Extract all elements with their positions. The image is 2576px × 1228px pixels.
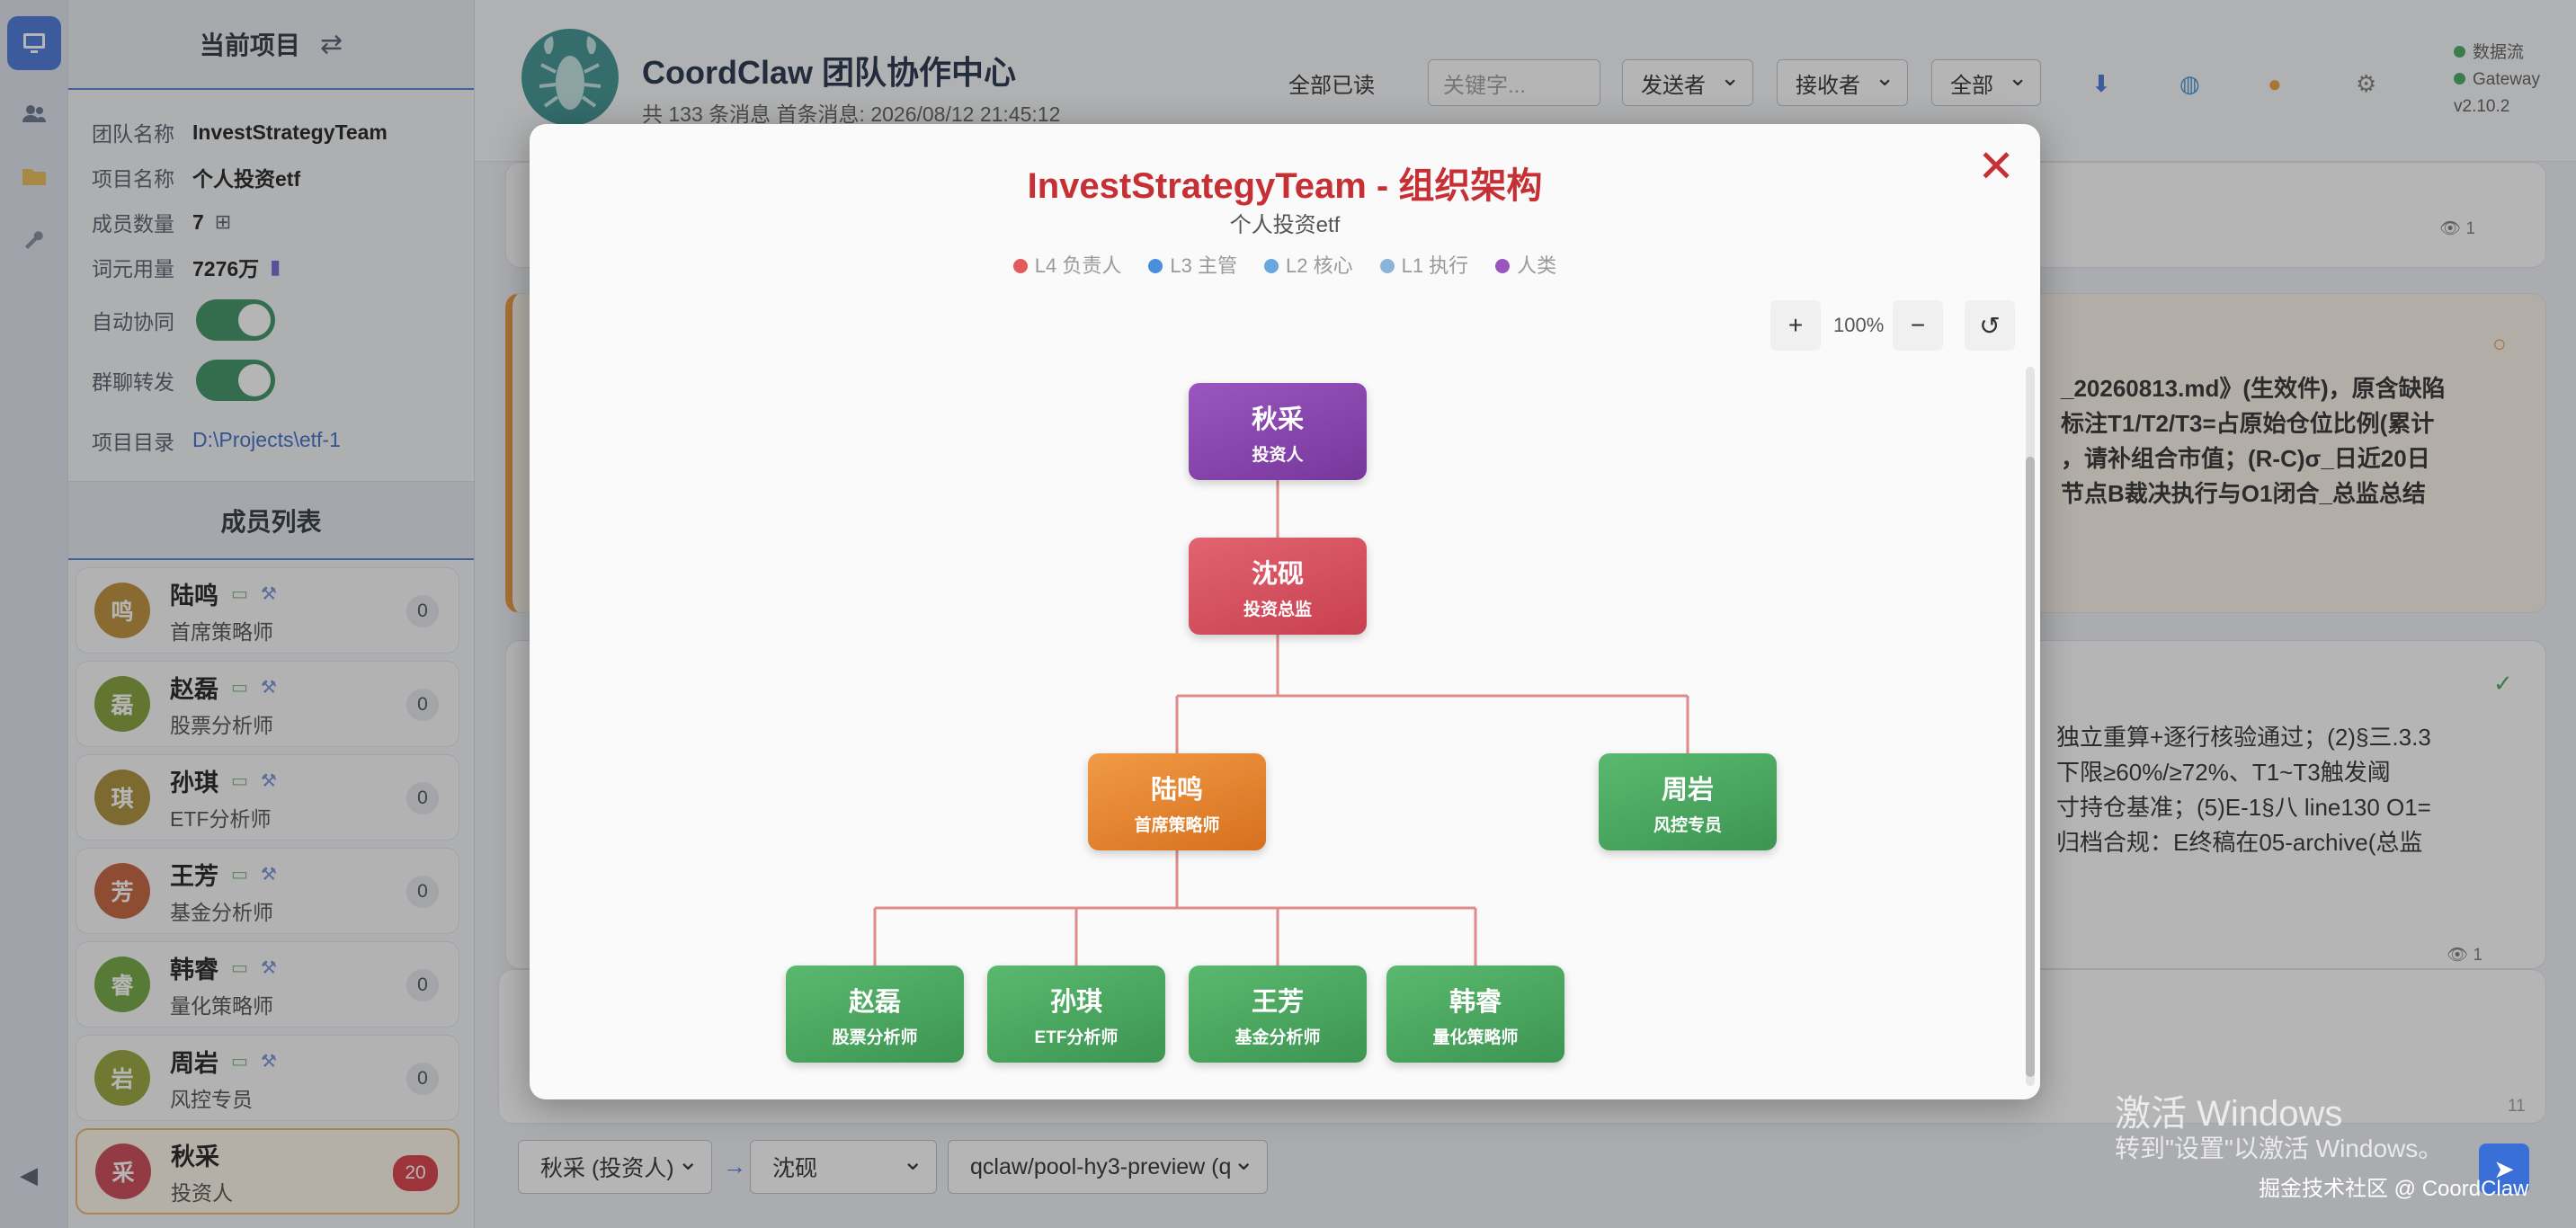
org-chart-modal: InvestStrategyTeam - 组织架构 个人投资etf L4 负责人… (530, 124, 2040, 1099)
node-role: 股票分析师 (832, 1028, 918, 1047)
org-node-chief-strategist[interactable]: 陆鸣 首席策略师 (1088, 753, 1266, 850)
node-name: 沈砚 (1251, 559, 1304, 589)
node-role: ETF分析师 (1034, 1028, 1119, 1047)
node-name: 陆鸣 (1150, 775, 1203, 805)
node-name: 韩睿 (1448, 987, 1502, 1017)
windows-watermark-sub: 转到"设置"以激活 Windows。 (2115, 1135, 2444, 1162)
org-node-stock-analyst[interactable]: 赵磊 股票分析师 (786, 965, 964, 1063)
node-name: 赵磊 (848, 987, 901, 1017)
org-node-quant[interactable]: 韩睿 量化策略师 (1386, 965, 1564, 1063)
node-role: 首席策略师 (1134, 815, 1220, 835)
node-role: 投资人 (1252, 445, 1304, 465)
org-node-fund-analyst[interactable]: 王芳 基金分析师 (1189, 965, 1367, 1063)
node-role: 风控专员 (1653, 815, 1722, 835)
node-name: 周岩 (1661, 775, 1714, 805)
node-name: 王芳 (1251, 987, 1304, 1017)
node-role: 投资总监 (1243, 600, 1312, 619)
node-name: 孙琪 (1049, 987, 1102, 1017)
org-node-director[interactable]: 沈砚 投资总监 (1189, 538, 1367, 635)
credit-watermark: 掘金技术社区 @ CoordClaw (2259, 1177, 2529, 1201)
org-node-risk[interactable]: 周岩 风控专员 (1599, 753, 1777, 850)
node-name: 秋采 (1251, 405, 1304, 434)
org-node-etf-analyst[interactable]: 孙琪 ETF分析师 (987, 965, 1165, 1063)
org-node-investor[interactable]: 秋采 投资人 (1189, 383, 1367, 480)
node-role: 量化策略师 (1432, 1028, 1519, 1047)
node-role: 基金分析师 (1235, 1028, 1321, 1047)
